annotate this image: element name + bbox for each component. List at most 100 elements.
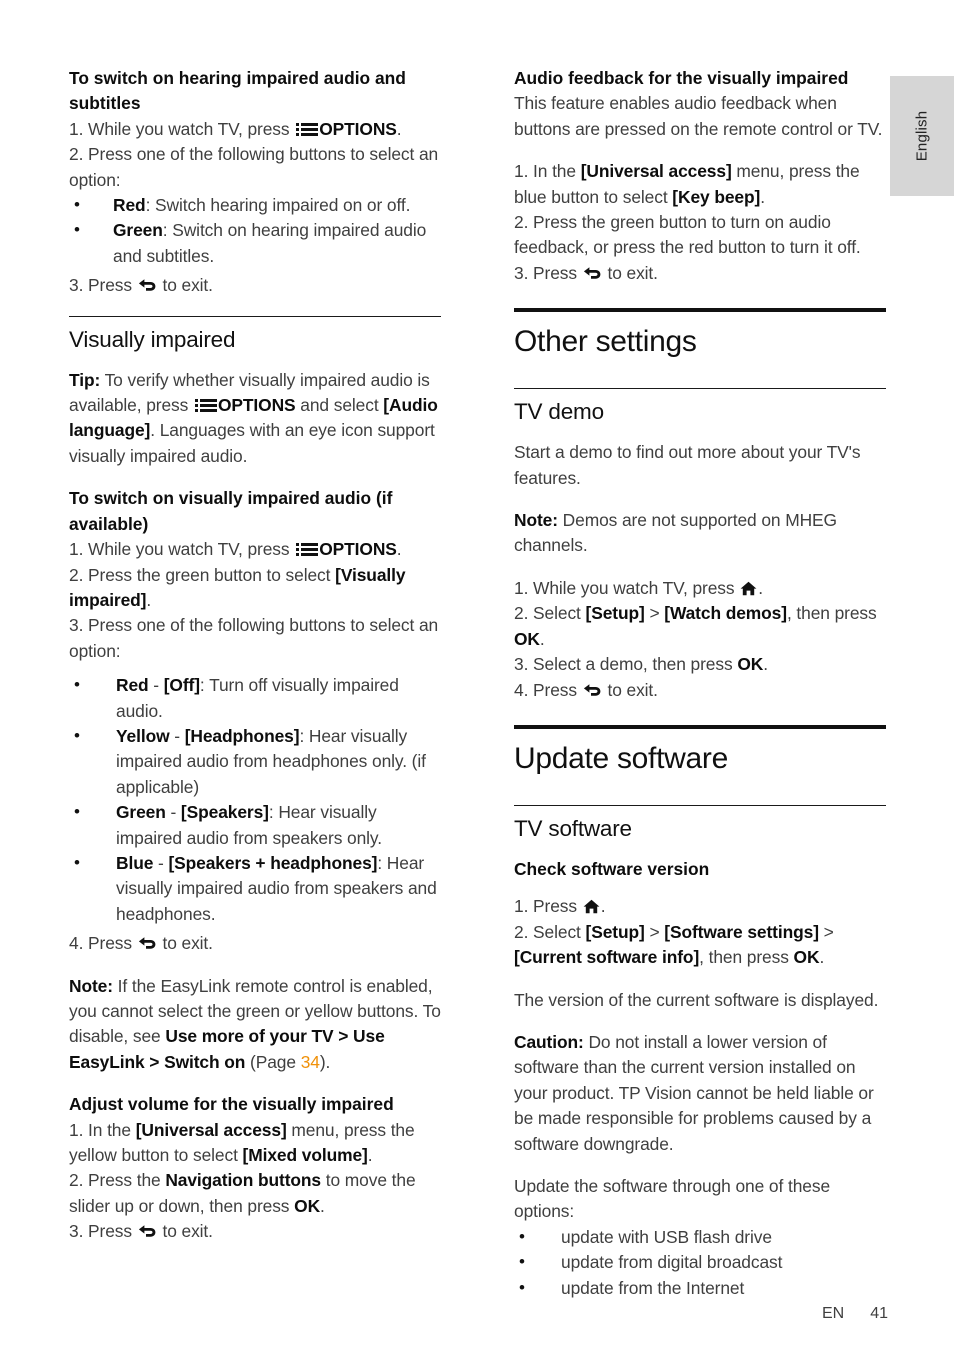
universal-access-token: [Universal access] [580, 161, 732, 182]
visually-step-1: 1. While you watch TV, press OPTIONS. [69, 537, 441, 562]
heading-switch-on-hearing-impaired: To switch on hearing impaired audio and … [69, 68, 406, 114]
section-heading-tv-demo: TV demo [514, 388, 886, 426]
bullet-token-speakers: [Speakers] [180, 802, 269, 823]
caution-label: Caution: [514, 1031, 584, 1052]
ok-token: OK [514, 628, 540, 649]
visually-step-1-text: 1. While you watch TV, press [69, 539, 295, 560]
ok-token: OK [793, 947, 820, 968]
tv-demo-step-1-period: . [758, 577, 763, 598]
update-options-list: update with USB flash drive update from … [514, 1224, 886, 1301]
visually-step-4-exit: to exit. [157, 933, 213, 954]
bullet-separator: - [165, 802, 181, 823]
bullet-color-green: Green [113, 220, 163, 241]
audio-feedback-step-2: 2. Press the green button to turn on aud… [514, 212, 861, 258]
tv-demo-step-3-period: . [763, 654, 768, 675]
heading-audio-feedback: Audio feedback for the visually impaired [514, 68, 849, 88]
update-option-label: update with USB flash drive [561, 1226, 772, 1247]
list-item: Green: Switch on hearing impaired audio … [69, 217, 441, 269]
heading-switch-on-visually-impaired-audio: To switch on visually impaired audio (if… [69, 488, 393, 534]
tv-demo-step-2: 2. Select [Setup] > [Watch demos], then … [514, 601, 886, 652]
audio-feedback-step-1-period: . [760, 186, 765, 207]
bullet-separator: - [148, 675, 164, 696]
adjust-volume-step-2-period: . [320, 1195, 325, 1216]
navigation-buttons-token: Navigation buttons [165, 1170, 322, 1191]
check-version-step-2-mid: , then press [699, 947, 794, 968]
hearing-step-1: 1. While you watch TV, press OPTIONS. [69, 117, 441, 142]
check-version-step-1-text: 1. Press [514, 896, 582, 917]
tv-demo-step-2-period: . [539, 628, 545, 649]
bullet-color-blue: Blue [116, 852, 154, 873]
back-arrow-icon [583, 266, 602, 281]
hearing-step-3-exit: to exit. [157, 275, 213, 296]
check-version-step-1: 1. Press . [514, 894, 886, 919]
adjust-volume-step-1: 1. In the [Universal access] menu, press… [69, 1118, 441, 1169]
bullet-token-speakers-headphones: [Speakers + headphones] [168, 852, 378, 873]
right-column: Audio feedback for the visually impaired… [514, 66, 886, 1301]
update-options-intro: Update the software through one of these… [514, 1175, 831, 1222]
hearing-step-1-period: . [396, 118, 402, 139]
bullet-separator: - [153, 852, 169, 873]
update-option-label: update from the Internet [561, 1277, 745, 1298]
hearing-options-list: Red: Switch hearing impaired on or off. … [69, 192, 441, 269]
back-arrow-icon [138, 1224, 157, 1239]
list-item: update with USB flash drive [514, 1224, 886, 1250]
visually-step-2: 2. Press the green button to select [Vis… [69, 563, 441, 614]
check-version-step-2-period: . [819, 947, 825, 968]
bullet-text: : Switch hearing impaired on or off. [145, 195, 411, 216]
tip-options-label: OPTIONS [217, 395, 296, 416]
list-item: update from digital broadcast [514, 1249, 886, 1275]
tv-demo-step-3: 3. Select a demo, then press OK. [514, 652, 886, 677]
page-reference-link[interactable]: 34 [301, 1052, 320, 1072]
tv-demo-step-2-mid: , then press [786, 603, 877, 624]
version-displayed-text: The version of the current software is d… [514, 989, 879, 1010]
page-footer: EN 41 [0, 1305, 954, 1323]
language-tab: English [890, 76, 954, 196]
options-icon [194, 398, 217, 413]
home-icon [583, 899, 600, 914]
list-item: Red - [Off]: Turn off visually impaired … [69, 672, 441, 724]
bullet-color-green: Green [116, 802, 166, 823]
visually-step-1-period: . [396, 539, 402, 560]
list-item: Green - [Speakers]: Hear visually impair… [69, 799, 441, 851]
section-heading-tv-software: TV software [514, 804, 886, 843]
mixed-volume-token: [Mixed volume] [242, 1145, 368, 1166]
visually-step-2-period: . [146, 589, 152, 610]
bullet-separator: - [169, 725, 185, 746]
note-text-b: (Page [245, 1051, 301, 1072]
note-text: Demos are not supported on MHEG channels… [514, 510, 837, 556]
ok-token: OK [294, 1195, 321, 1216]
bullet-color-red: Red [113, 195, 146, 216]
key-beep-token: [Key beep] [672, 186, 761, 207]
bullet-token-off: [Off] [163, 675, 200, 696]
options-icon [296, 542, 319, 557]
home-icon [740, 581, 757, 596]
bullet-color-red: Red [116, 675, 149, 696]
ok-token: OK [737, 654, 764, 675]
tv-demo-step-4: 4. Press to exit. [514, 678, 886, 703]
adjust-volume-step-3-exit: to exit. [157, 1221, 213, 1242]
adjust-volume-step-1-text: 1. In the [69, 1119, 136, 1140]
tv-demo-step-1-text: 1. While you watch TV, press [514, 577, 740, 598]
adjust-volume-step-3-text: 3. Press [69, 1221, 137, 1242]
check-version-step-1-period: . [600, 896, 606, 917]
bullet-token-headphones: [Headphones] [184, 725, 300, 746]
breadcrumb-separator: > [644, 603, 665, 624]
adjust-volume-step-2: 2. Press the Navigation buttons to move … [69, 1168, 441, 1219]
hearing-step-3-text: 3. Press [69, 275, 137, 296]
current-software-info-token: [Current software info] [514, 947, 700, 968]
easylink-note: Note: If the EasyLink remote control is … [69, 974, 441, 1076]
software-settings-token: [Software settings] [664, 921, 819, 942]
audio-feedback-intro: This feature enables audio feedback when… [514, 93, 883, 139]
list-item: Red: Switch hearing impaired on or off. [69, 192, 441, 218]
tip-text-c: and select [295, 395, 384, 416]
tv-demo-step-4-text: 4. Press [514, 679, 582, 700]
list-item: Blue - [Speakers + headphones]: Hear vis… [69, 850, 441, 927]
chapter-heading-other-settings: Other settings [514, 308, 886, 360]
audio-feedback-step-3-text: 3. Press [514, 262, 582, 283]
left-column: To switch on hearing impaired audio and … [69, 66, 441, 1245]
visually-step-1-options-label: OPTIONS [319, 539, 397, 560]
breadcrumb-separator: > [818, 921, 834, 942]
footer-page-number: 41 [870, 1305, 888, 1322]
audio-feedback-step-3-exit: to exit. [602, 262, 658, 283]
visually-impaired-tip: Tip: To verify whether visually impaired… [69, 368, 441, 470]
